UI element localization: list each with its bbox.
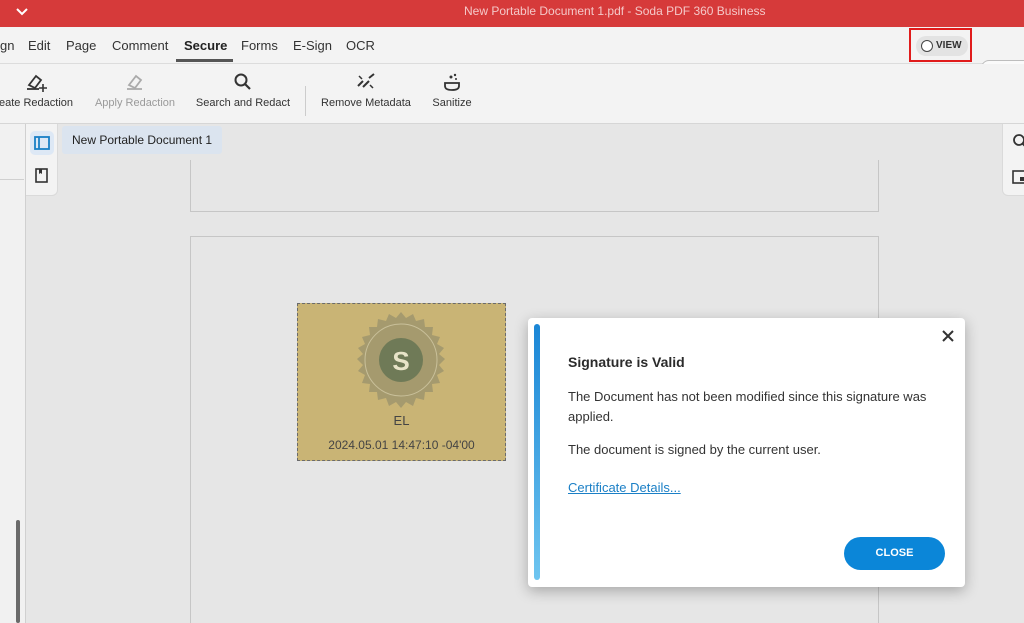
bookmark-button[interactable] [30, 164, 54, 188]
toolbar-divider [305, 86, 306, 116]
view-toggle-label: VIEW [936, 40, 962, 51]
view-toggle[interactable]: VIEW [916, 36, 968, 56]
title-bar: New Portable Document 1.pdf - Soda PDF 3… [0, 0, 1024, 27]
side-toolbar [26, 124, 58, 196]
signer-name: EL [393, 413, 410, 428]
remove-metadata-label: Remove Metadata [321, 97, 411, 109]
panel-divider [0, 179, 24, 180]
panel-view-icon[interactable] [1011, 168, 1024, 186]
eraser-plus-icon [27, 74, 47, 92]
bookmark-icon [35, 168, 48, 183]
panel-toggle-button[interactable] [30, 131, 54, 155]
right-side-toolbar [1002, 124, 1024, 196]
menu-bar: gn Edit Page Comment Secure Forms E-Sign… [0, 27, 1024, 86]
seal-letter: S [392, 346, 409, 376]
remove-metadata-button[interactable]: Remove Metadata [320, 71, 412, 109]
signature-valid-dialog: Signature is Valid The Document has not … [528, 318, 965, 587]
eraser-icon [127, 74, 143, 90]
certificate-details-link[interactable]: Certificate Details... [568, 480, 681, 495]
toolbar: eate Redaction Apply Redaction Search an… [0, 64, 1024, 124]
menu-item-page[interactable]: Page [66, 38, 96, 53]
menu-item-comment[interactable]: Comment [112, 38, 168, 53]
create-redaction-label: eate Redaction [0, 97, 73, 109]
search-icon[interactable] [1011, 132, 1024, 150]
radio-icon [921, 40, 933, 52]
menu-item-ocr[interactable]: OCR [346, 38, 375, 53]
sanitize-label: Sanitize [432, 97, 472, 109]
menu-item-secure[interactable]: Secure [184, 38, 227, 53]
create-redaction-button[interactable]: eate Redaction [0, 71, 76, 109]
signature-date: 2024.05.01 14:47:10 -04'00 [328, 438, 475, 452]
document-page-1 [190, 160, 879, 212]
apply-redaction-label: Apply Redaction [94, 97, 176, 109]
search-and-redact-button[interactable]: Search and Redact [194, 71, 292, 109]
search-icon [234, 73, 251, 90]
signature-field[interactable]: S EL 2024.05.01 14:47:10 -04'00 [297, 303, 506, 461]
search-and-redact-label: Search and Redact [195, 97, 291, 109]
menu-item-esign[interactable]: E-Sign [293, 38, 332, 53]
menu-item-edit[interactable]: Edit [28, 38, 50, 53]
apply-redaction-button[interactable]: Apply Redaction [93, 71, 177, 109]
sanitize-icon [444, 73, 460, 91]
menu-item-forms[interactable]: Forms [241, 38, 278, 53]
window-title: New Portable Document 1.pdf - Soda PDF 3… [464, 4, 766, 18]
signature-seal-icon: S [357, 312, 445, 408]
close-icon[interactable] [938, 326, 958, 346]
sanitize-button[interactable]: Sanitize [428, 71, 476, 109]
dialog-message-signed-by: The document is signed by the current us… [568, 442, 821, 457]
menu-item-sign[interactable]: gn [0, 38, 14, 53]
dialog-message-modified: The Document has not been modified since… [568, 389, 927, 424]
left-panel-scrollbar[interactable] [16, 520, 20, 623]
chevron-down-icon[interactable] [14, 4, 30, 20]
dialog-accent-bar [534, 324, 540, 580]
dialog-title: Signature is Valid [568, 354, 685, 370]
broken-link-icon [357, 73, 375, 89]
sidebar-panel-icon [34, 136, 50, 150]
document-tab[interactable]: New Portable Document 1 [62, 126, 223, 154]
close-button[interactable]: CLOSE [844, 537, 945, 570]
active-tab-indicator [176, 59, 233, 62]
view-toggle-highlight: VIEW [909, 28, 972, 62]
left-panel [0, 124, 26, 623]
